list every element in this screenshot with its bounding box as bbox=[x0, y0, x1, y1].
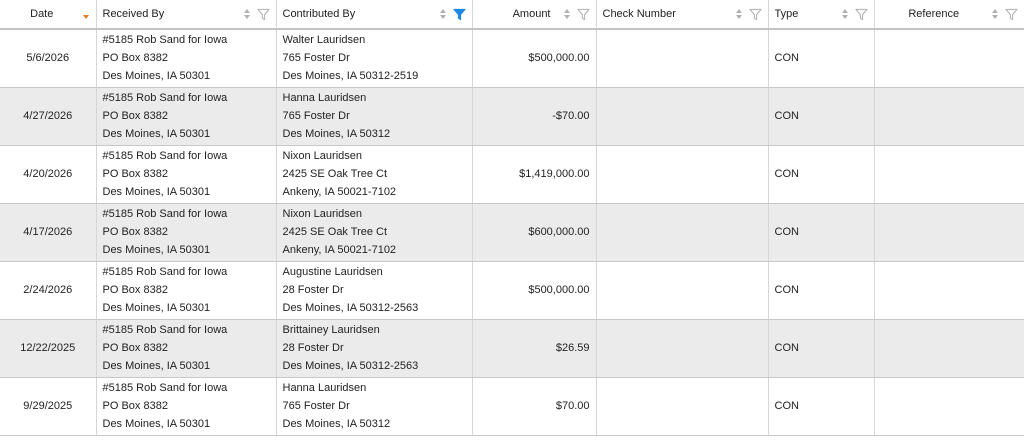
cell-contributed-by: Walter Lauridsen 765 Foster Dr Des Moines,… bbox=[276, 29, 473, 88]
cell-amount: $500,000.00 bbox=[472, 261, 597, 320]
column-header-type[interactable]: Type bbox=[768, 0, 875, 30]
cell-check-number bbox=[596, 87, 769, 146]
cell-received-by: #5185 Rob Sand for Iowa PO Box 8382 Des Mo… bbox=[96, 203, 277, 262]
cell-amount: $26.59 bbox=[472, 319, 597, 378]
column-header-check-number[interactable]: Check Number bbox=[596, 0, 769, 30]
cell-contributed-by: Hanna Lauridsen 765 Foster Dr Des Moines, … bbox=[276, 87, 473, 146]
column-header-reference[interactable]: Reference bbox=[874, 0, 1024, 30]
cell-received-by: #5185 Rob Sand for Iowa PO Box 8382 Des Mo… bbox=[96, 319, 277, 378]
sort-arrows-icon[interactable] bbox=[243, 8, 251, 20]
cell-received-by: #5185 Rob Sand for Iowa PO Box 8382 Des Mo… bbox=[96, 377, 277, 436]
cell-reference bbox=[874, 203, 1024, 262]
cell-contributed-by: Nixon Lauridsen 2425 SE Oak Tree Ct Ankeny… bbox=[276, 145, 473, 204]
cell-contributed-by: Augustine Lauridsen 28 Foster Dr Des Moine… bbox=[276, 261, 473, 320]
cell-reference bbox=[874, 145, 1024, 204]
sort-arrows-icon[interactable] bbox=[563, 8, 571, 20]
column-label-check-number: Check Number bbox=[602, 8, 676, 20]
column-label-type: Type bbox=[774, 8, 799, 20]
table-row[interactable]: 2/24/2026 #5185 Rob Sand for Iowa PO Box … bbox=[0, 261, 1024, 320]
sort-arrows-icon[interactable] bbox=[991, 8, 999, 20]
funnel-filter-icon[interactable] bbox=[854, 8, 868, 21]
cell-check-number bbox=[596, 29, 769, 88]
table-row[interactable]: 9/29/2025 #5185 Rob Sand for Iowa PO Box … bbox=[0, 377, 1024, 436]
cell-reference bbox=[874, 29, 1024, 88]
table-row[interactable]: 4/20/2026 #5185 Rob Sand for Iowa PO Box … bbox=[0, 145, 1024, 204]
cell-received-by: #5185 Rob Sand for Iowa PO Box 8382 Des Mo… bbox=[96, 87, 277, 146]
cell-reference bbox=[874, 377, 1024, 436]
cell-type: CON bbox=[768, 29, 875, 88]
cell-type: CON bbox=[768, 87, 875, 146]
header-row: Date Received By Contributed By Amount C… bbox=[0, 0, 1024, 30]
table-row[interactable]: 5/6/2026 #5185 Rob Sand for Iowa PO Box 8… bbox=[0, 29, 1024, 88]
column-label-reference: Reference bbox=[908, 8, 960, 20]
column-header-date[interactable]: Date bbox=[0, 0, 97, 30]
cell-type: CON bbox=[768, 203, 875, 262]
cell-date: 4/20/2026 bbox=[0, 145, 97, 204]
funnel-filter-icon[interactable] bbox=[1005, 8, 1018, 21]
cell-check-number bbox=[596, 319, 769, 378]
funnel-filter-active-icon[interactable] bbox=[452, 8, 466, 21]
cell-reference bbox=[874, 87, 1024, 146]
cell-check-number bbox=[596, 145, 769, 204]
column-header-received-by[interactable]: Received By bbox=[96, 0, 277, 30]
cell-type: CON bbox=[768, 377, 875, 436]
column-label-date: Date bbox=[30, 8, 54, 20]
cell-type: CON bbox=[768, 145, 875, 204]
sort-arrows-icon[interactable] bbox=[735, 8, 743, 20]
table-row[interactable]: 4/17/2026 #5185 Rob Sand for Iowa PO Box … bbox=[0, 203, 1024, 262]
cell-check-number bbox=[596, 203, 769, 262]
cell-amount: -$70.00 bbox=[472, 87, 597, 146]
cell-reference bbox=[874, 261, 1024, 320]
cell-contributed-by: Hanna Lauridsen 765 Foster Dr Des Moines, … bbox=[276, 377, 473, 436]
column-header-amount[interactable]: Amount bbox=[472, 0, 597, 30]
cell-amount: $600,000.00 bbox=[472, 203, 597, 262]
cell-check-number bbox=[596, 377, 769, 436]
cell-type: CON bbox=[768, 261, 875, 320]
cell-date: 5/6/2026 bbox=[0, 29, 97, 88]
cell-date: 4/27/2026 bbox=[0, 87, 97, 146]
column-label-amount: Amount bbox=[512, 8, 551, 20]
cell-amount: $500,000.00 bbox=[472, 29, 597, 88]
column-label-contributed-by: Contributed By bbox=[282, 8, 356, 20]
cell-date: 4/17/2026 bbox=[0, 203, 97, 262]
cell-amount: $70.00 bbox=[472, 377, 597, 436]
cell-reference bbox=[874, 319, 1024, 378]
cell-type: CON bbox=[768, 319, 875, 378]
cell-date: 2/24/2026 bbox=[0, 261, 97, 320]
cell-amount: $1,419,000.00 bbox=[472, 145, 597, 204]
contributions-table: Date Received By Contributed By Amount C… bbox=[0, 0, 1024, 436]
sort-arrows-icon[interactable] bbox=[439, 8, 447, 20]
column-header-contributed-by[interactable]: Contributed By bbox=[276, 0, 473, 30]
cell-received-by: #5185 Rob Sand for Iowa PO Box 8382 Des Mo… bbox=[96, 261, 277, 320]
cell-contributed-by: Brittainey Lauridsen 28 Foster Dr Des Moin… bbox=[276, 319, 473, 378]
funnel-filter-icon[interactable] bbox=[576, 8, 590, 21]
column-label-received-by: Received By bbox=[102, 8, 165, 20]
cell-received-by: #5185 Rob Sand for Iowa PO Box 8382 Des Mo… bbox=[96, 29, 277, 88]
sort-descending-icon[interactable] bbox=[82, 8, 90, 20]
cell-check-number bbox=[596, 261, 769, 320]
cell-date: 12/22/2025 bbox=[0, 319, 97, 378]
cell-contributed-by: Nixon Lauridsen 2425 SE Oak Tree Ct Ankeny… bbox=[276, 203, 473, 262]
cell-received-by: #5185 Rob Sand for Iowa PO Box 8382 Des Mo… bbox=[96, 145, 277, 204]
funnel-filter-icon[interactable] bbox=[748, 8, 762, 21]
cell-date: 9/29/2025 bbox=[0, 377, 97, 436]
table-row[interactable]: 12/22/2025 #5185 Rob Sand for Iowa PO Box… bbox=[0, 319, 1024, 378]
sort-arrows-icon[interactable] bbox=[841, 8, 849, 20]
table-row[interactable]: 4/27/2026 #5185 Rob Sand for Iowa PO Box … bbox=[0, 87, 1024, 146]
funnel-filter-icon[interactable] bbox=[256, 8, 270, 21]
